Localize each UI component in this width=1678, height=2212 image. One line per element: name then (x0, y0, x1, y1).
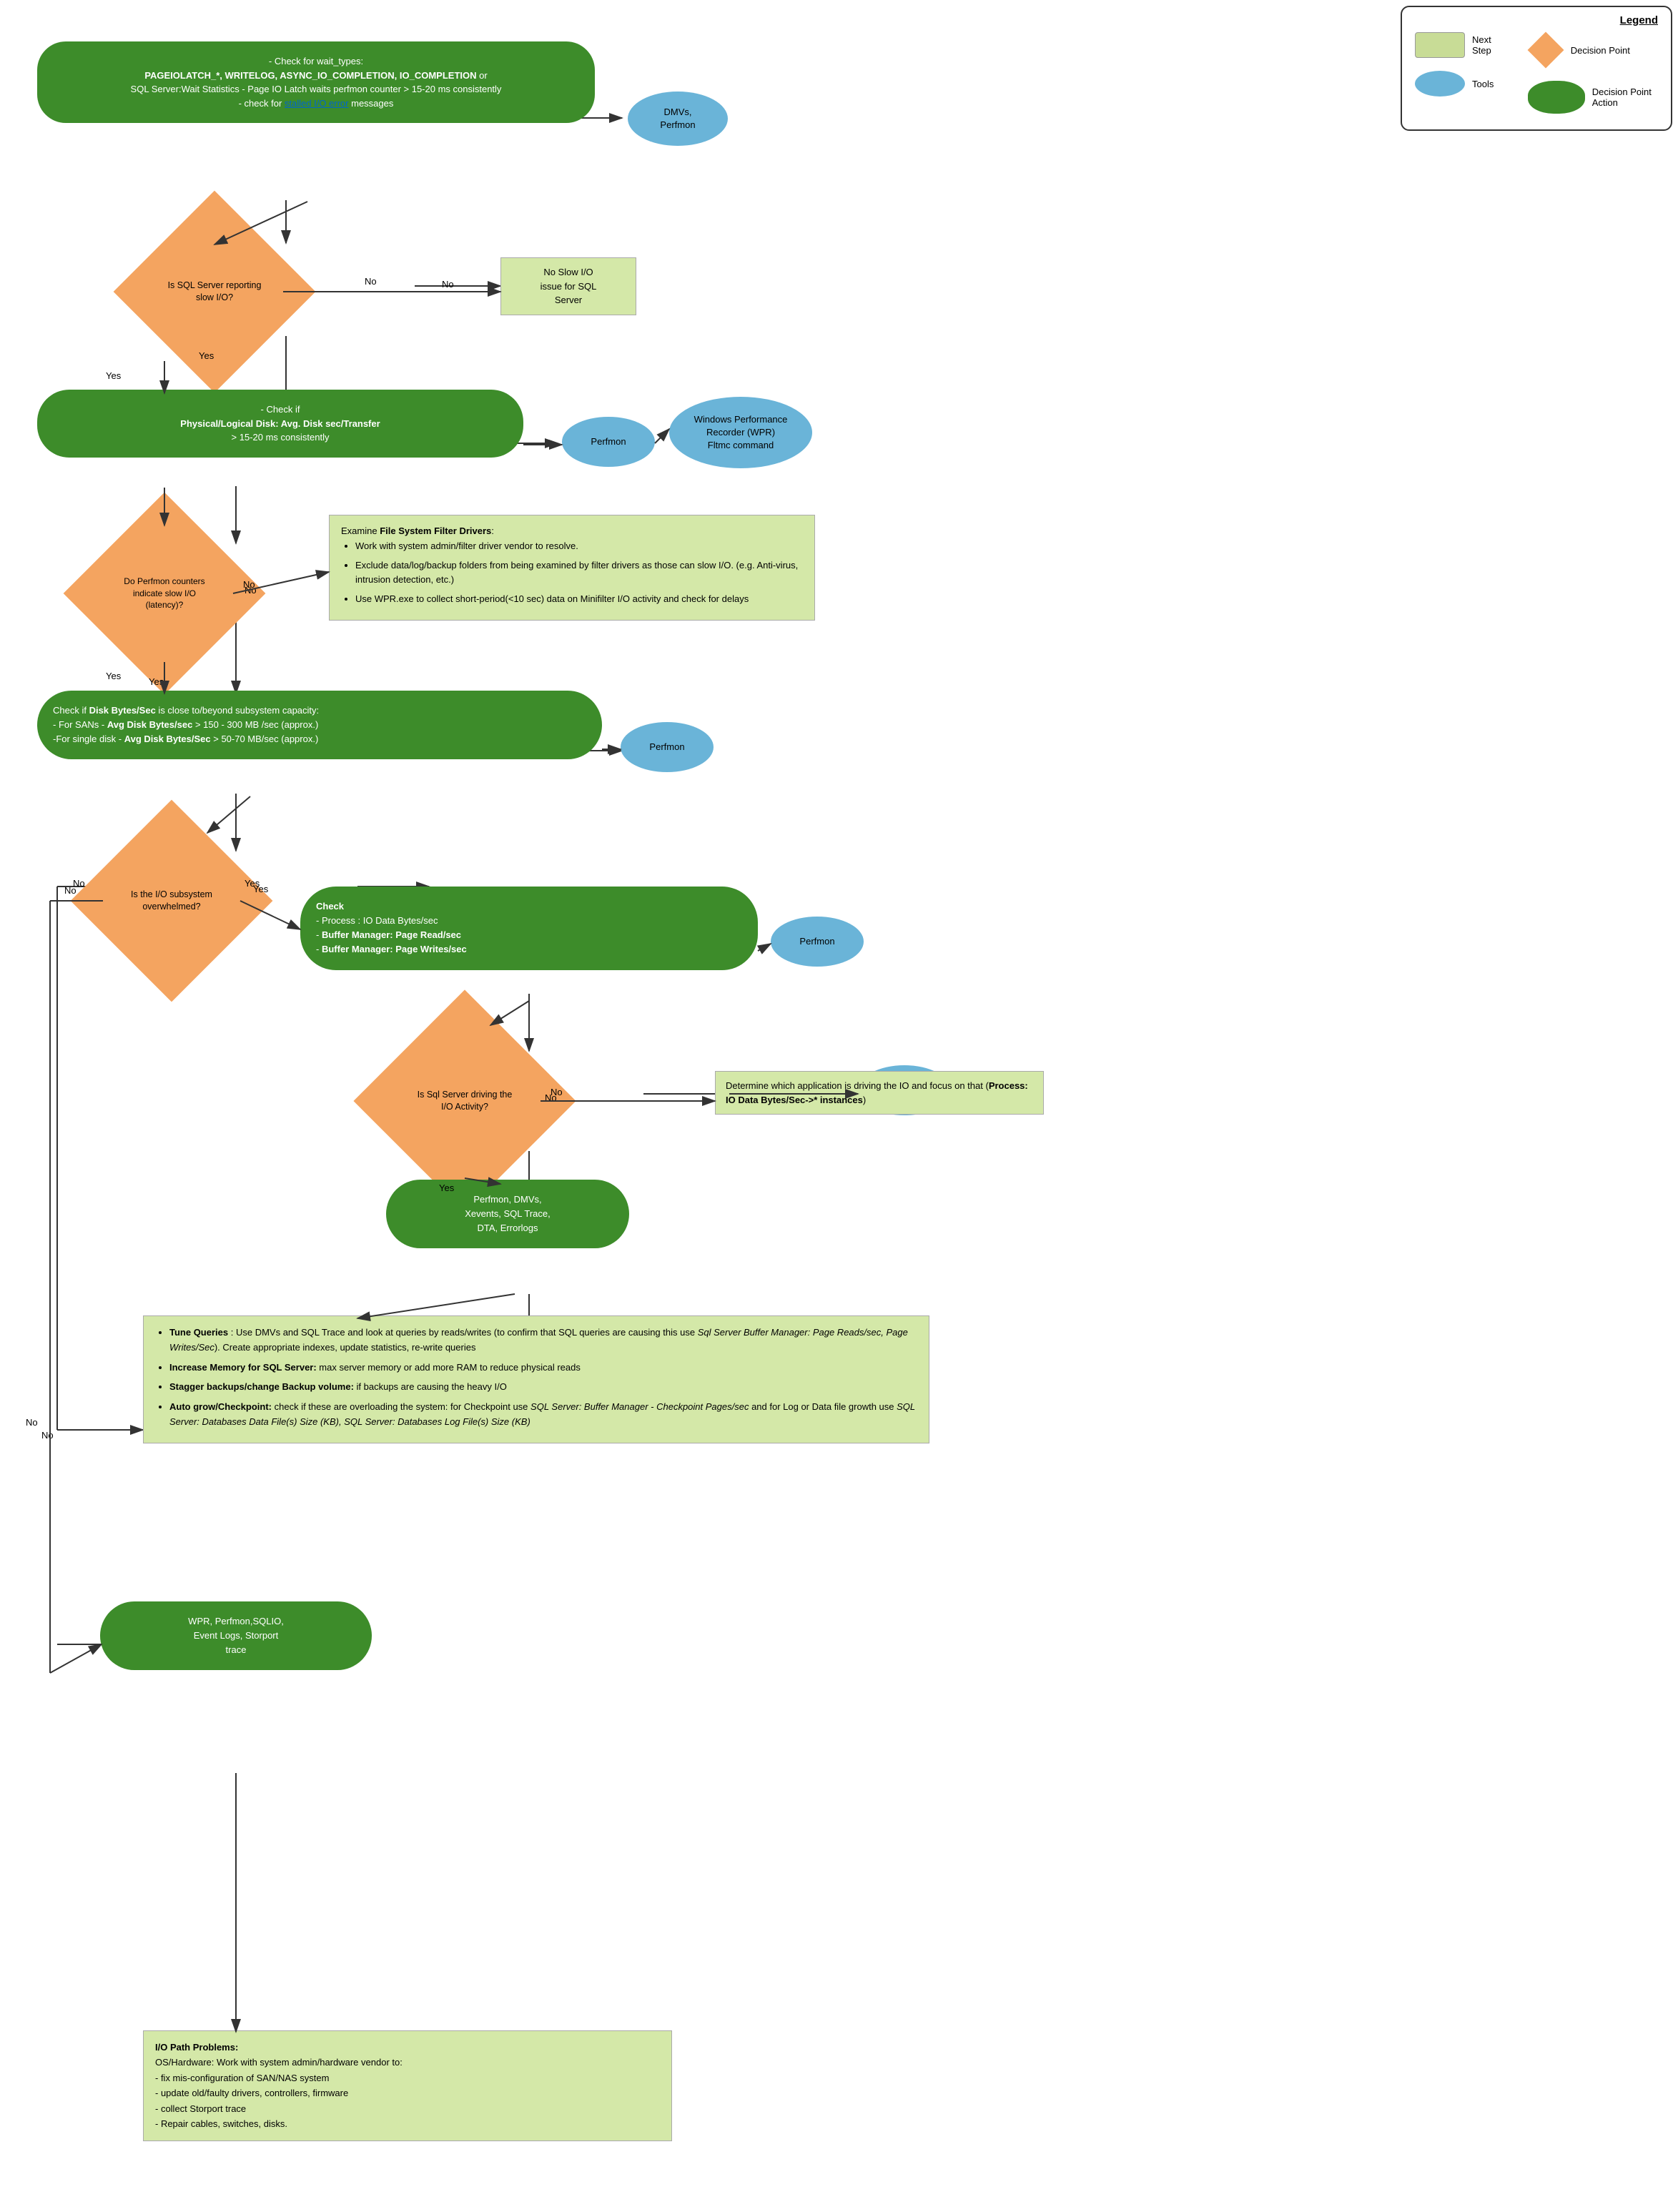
decision2-wrap: Do Perfmon countersindicate slow I/O(lat… (93, 522, 236, 665)
perfmon3-label: Perfmon (799, 935, 834, 948)
wait-types-bold: PAGEIOLATCH_*, WRITELOG, ASYNC_IO_COMPLE… (144, 70, 476, 81)
cloud4-bold2: Buffer Manager: Page Read/sec (322, 929, 461, 940)
no-label-5: No (41, 1430, 54, 1441)
tune-queries-box: Tune Queries : Use DMVs and SQL Trace an… (143, 1315, 929, 1443)
decision4-label: Is Sql Server driving theI/O Activity? (386, 1022, 543, 1180)
decision3-label: Is the I/O subsystemoverwhelmed? (100, 829, 243, 972)
wpr-perfmon-text: WPR, Perfmon,SQLIO, Event Logs, Storport… (188, 1616, 284, 1655)
filter-bullet-1: Work with system admin/filter driver ven… (355, 539, 803, 554)
perfmon-dmvs-cloud: Perfmon, DMVs, Xevents, SQL Trace, DTA, … (386, 1180, 629, 1248)
io-path-box: I/O Path Problems: OS/Hardware: Work wit… (143, 2030, 672, 2141)
yes-label-3: Yes (245, 878, 260, 889)
tune-italic-1: Sql Server Buffer Manager: Page Reads/se… (169, 1327, 908, 1353)
legend-decision-action-label: Decision Point Action (1592, 87, 1658, 108)
decision4-text: Is Sql Server driving theI/O Activity? (418, 1089, 513, 1114)
cloud2: - Check if Physical/Logical Disk: Avg. D… (37, 390, 523, 458)
perfmon-dmvs-text: Perfmon, DMVs, Xevents, SQL Trace, DTA, … (465, 1194, 550, 1233)
filter-bold: File System Filter Drivers (380, 525, 491, 536)
legend-title: Legend (1415, 14, 1658, 26)
no-text-d1: No (365, 276, 377, 287)
tune-queries-list: Tune Queries : Use DMVs and SQL Trace an… (169, 1325, 917, 1430)
determine-text: Determine which application is driving t… (726, 1080, 1028, 1105)
wpr-tool-label: Windows Performance Recorder (WPR) Fltmc… (694, 413, 788, 453)
no-label-3: No (73, 878, 85, 889)
stalled-io-link[interactable]: stalled I/O error (285, 98, 349, 109)
legend-box: Legend Next Step Tools Decision Point (1401, 6, 1672, 131)
decision1-label: Is SQL Server reportingslow I/O? (143, 220, 286, 363)
dmvs-perfmon-label: DMVs, Perfmon (660, 106, 695, 132)
tune-bullet-4: Auto grow/Checkpoint: check if these are… (169, 1399, 917, 1430)
filter-bullet-3: Use WPR.exe to collect short-period(<10 … (355, 592, 803, 607)
legend-tools-label: Tools (1472, 79, 1494, 89)
cloud3: Check if Disk Bytes/Sec is close to/beyo… (37, 691, 602, 759)
no-slow-io-text: No Slow I/O issue for SQL Server (541, 267, 597, 305)
dmvs-perfmon-oval: DMVs, Perfmon (628, 92, 728, 146)
cloud2-text: - Check if Physical/Logical Disk: Avg. D… (180, 404, 380, 443)
legend-next-step-label: Next Step (1472, 34, 1499, 56)
yes-text-d1: Yes (106, 370, 122, 381)
cloud3-text: Check if Disk Bytes/Sec is close to/beyo… (53, 705, 319, 744)
cloud4: Check - Process : IO Data Bytes/sec - Bu… (300, 887, 758, 970)
perfmon1-oval: Perfmon (562, 417, 655, 467)
tune-italic-2: SQL Server: Buffer Manager - Checkpoint … (530, 1401, 749, 1412)
cloud3-bold1: Disk Bytes/Sec (89, 705, 156, 716)
perfmon2-oval: Perfmon (621, 722, 714, 772)
yes-label-2: Yes (149, 676, 164, 687)
cloud2-bold: Physical/Logical Disk: Avg. Disk sec/Tra… (180, 418, 380, 429)
tune-bold-1: Tune Queries (169, 1327, 228, 1338)
decision4-wrap: Is Sql Server driving theI/O Activity? (386, 1022, 543, 1180)
decision1-wrap: Is SQL Server reportingslow I/O? (143, 220, 286, 363)
filter-drivers-content: Examine File System Filter Drivers: Work… (341, 524, 803, 607)
perfmon2-label: Perfmon (649, 741, 684, 754)
determine-bold: Process: IO Data Bytes/Sec->* instances (726, 1080, 1028, 1105)
legend-decision-label: Decision Point (1571, 45, 1630, 56)
no-slow-io-box: No Slow I/O issue for SQL Server (500, 257, 636, 315)
io-path-content: I/O Path Problems: OS/Hardware: Work wit… (155, 2040, 660, 2132)
perfmon1-label: Perfmon (591, 435, 626, 448)
no-label-2: No (245, 585, 257, 596)
cloud3-bold2: Avg Disk Bytes/sec (107, 719, 192, 730)
wpr-tool-oval: Windows Performance Recorder (WPR) Fltmc… (669, 397, 812, 468)
decision3-text: Is the I/O subsystemoverwhelmed? (131, 889, 212, 914)
legend-decision-action-shape (1528, 81, 1585, 114)
decision2-label: Do Perfmon countersindicate slow I/O(lat… (93, 522, 236, 665)
cloud4-bold3: Buffer Manager: Page Writes/sec (322, 944, 467, 954)
no-label-4: No (545, 1092, 557, 1103)
yes-text-d2: Yes (106, 671, 122, 681)
cloud4-text: Check - Process : IO Data Bytes/sec - Bu… (316, 901, 467, 954)
top-cloud-text: - Check for wait_types: PAGEIOLATCH_*, W… (131, 56, 502, 109)
filter-bullet-2: Exclude data/log/backup folders from bei… (355, 558, 803, 588)
wpr-perfmon-cloud: WPR, Perfmon,SQLIO, Event Logs, Storport… (100, 1601, 372, 1670)
io-path-title: I/O Path Problems: (155, 2042, 238, 2053)
perfmon3-oval: Perfmon (771, 917, 864, 967)
top-cloud: - Check for wait_types: PAGEIOLATCH_*, W… (37, 41, 595, 123)
legend-decision-action-row: Decision Point Action (1528, 81, 1658, 114)
legend-next-step-shape (1415, 32, 1465, 58)
no-branch-label: No (26, 1417, 38, 1428)
cloud4-bold: Check (316, 901, 344, 912)
tune-bold-2: Increase Memory for SQL Server: (169, 1362, 317, 1373)
tune-bold-4: Auto grow/Checkpoint: (169, 1401, 272, 1412)
legend-decision-shape (1528, 32, 1564, 68)
legend-tools-row: Tools (1415, 71, 1499, 97)
legend-next-step-row: Next Step (1415, 32, 1499, 58)
tune-bold-3: Stagger backups/change Backup volume: (169, 1381, 354, 1392)
legend-decision-row: Decision Point (1528, 32, 1658, 68)
cloud3-bold3: Avg Disk Bytes/Sec (124, 734, 211, 744)
tune-bullet-1: Tune Queries : Use DMVs and SQL Trace an… (169, 1325, 917, 1356)
tune-bullet-3: Stagger backups/change Backup volume: if… (169, 1379, 917, 1394)
tune-bullet-2: Increase Memory for SQL Server: max serv… (169, 1360, 917, 1375)
determine-box: Determine which application is driving t… (715, 1071, 1044, 1115)
filter-drivers-box: Examine File System Filter Drivers: Work… (329, 515, 815, 621)
decision1-text: Is SQL Server reportingslow I/O? (168, 280, 262, 305)
decision3-wrap: Is the I/O subsystemoverwhelmed? (100, 829, 243, 972)
legend-tools-shape (1415, 71, 1465, 97)
decision2-text: Do Perfmon countersindicate slow I/O(lat… (124, 576, 204, 611)
no-label-1: No (442, 279, 454, 290)
